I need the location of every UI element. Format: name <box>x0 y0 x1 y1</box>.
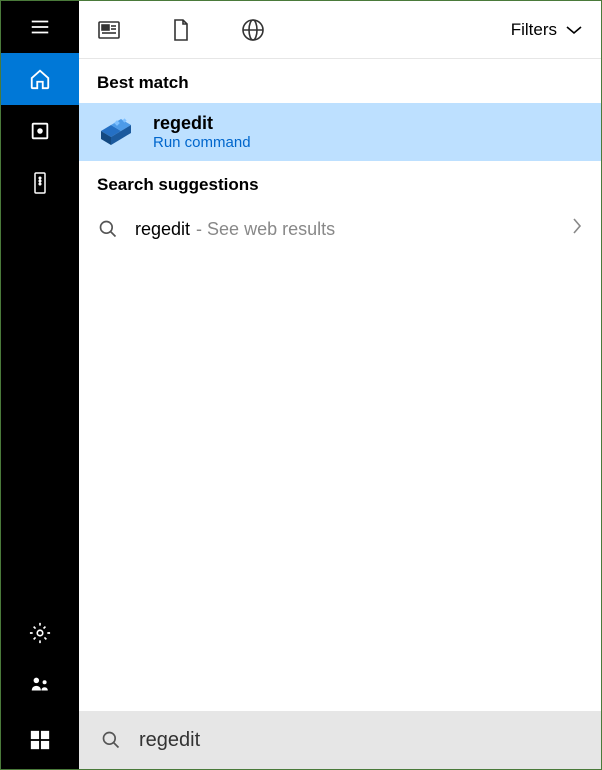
regedit-icon <box>97 113 135 151</box>
search-bar <box>79 711 601 769</box>
settings-button[interactable] <box>1 607 79 659</box>
chevron-down-icon <box>565 24 583 36</box>
gear-icon <box>29 622 51 644</box>
feedback-icon <box>29 674 51 696</box>
main-panel: Filters Best match regedit Run command S… <box>79 1 601 769</box>
remote-tab[interactable] <box>1 157 79 209</box>
home-icon <box>29 68 51 90</box>
chevron-right-icon <box>571 217 583 241</box>
result-title: regedit <box>153 113 251 134</box>
apps-tab[interactable] <box>1 105 79 157</box>
document-filter[interactable] <box>169 18 193 42</box>
suggestion-term: regedit <box>135 219 190 240</box>
search-icon <box>98 219 118 239</box>
globe-icon <box>241 18 265 42</box>
start-button[interactable] <box>1 711 79 769</box>
web-filter[interactable] <box>241 18 265 42</box>
best-match-header: Best match <box>79 59 601 103</box>
remote-icon <box>32 171 48 195</box>
hamburger-button[interactable] <box>1 1 79 53</box>
windows-icon <box>29 729 51 751</box>
web-suggestion-row[interactable]: regedit - See web results <box>79 205 601 253</box>
best-match-result[interactable]: regedit Run command <box>79 103 601 161</box>
search-input[interactable] <box>139 729 579 752</box>
feedback-button[interactable] <box>1 659 79 711</box>
apps-icon <box>29 120 51 142</box>
filters-dropdown[interactable]: Filters <box>511 20 583 40</box>
home-tab[interactable] <box>1 53 79 105</box>
suggestion-hint: - See web results <box>196 219 335 240</box>
suggestions-header: Search suggestions <box>79 161 601 205</box>
document-icon <box>171 18 191 42</box>
news-icon <box>97 20 121 40</box>
filters-label: Filters <box>511 20 557 40</box>
result-subtitle: Run command <box>153 134 251 151</box>
search-icon <box>101 730 121 750</box>
hamburger-icon <box>29 16 51 38</box>
top-bar: Filters <box>79 1 601 59</box>
left-sidebar <box>1 1 79 769</box>
news-filter[interactable] <box>97 18 121 42</box>
